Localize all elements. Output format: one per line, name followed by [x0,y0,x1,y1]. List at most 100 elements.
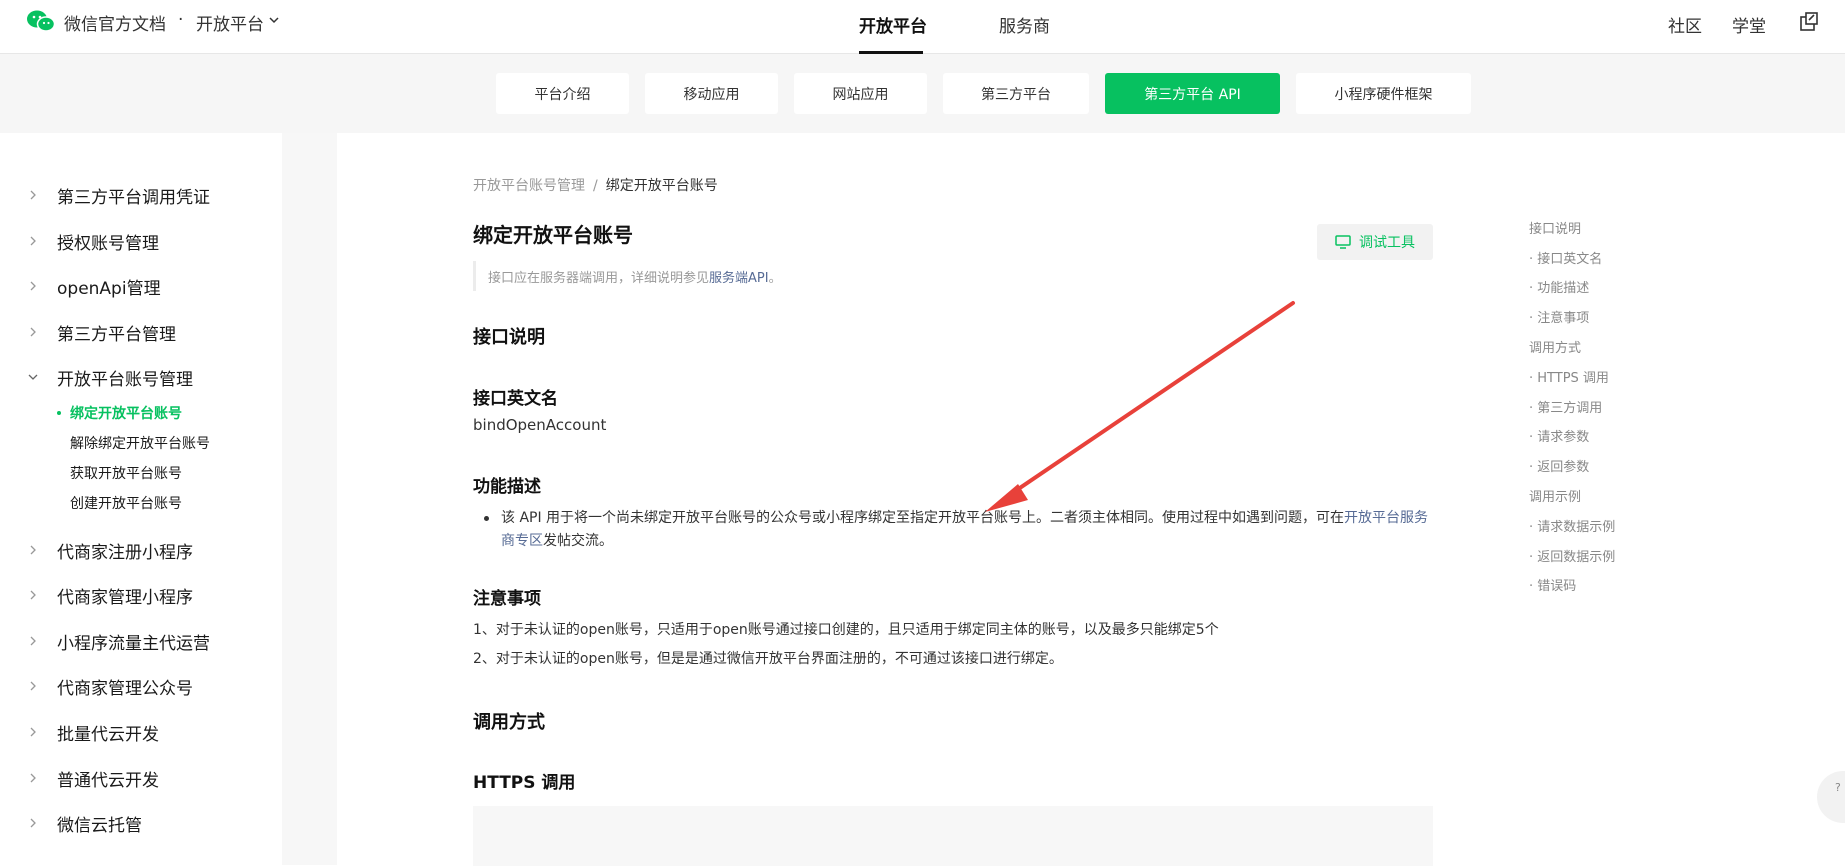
sidebar-item-label: 批量代云开发 [57,724,159,745]
toc-item[interactable]: · 返回数据示例 [1529,546,1615,565]
sidebar-item-label: 开放平台账号管理 [57,369,193,390]
sidebar-item-label: 代商家注册小程序 [57,542,193,563]
server-side-note: 接口应在服务器端调用，详细说明参见 服务端API。 [473,261,782,291]
toc-item[interactable]: · 错误码 [1529,575,1576,594]
tab-third-party-api[interactable]: 第三方平台 API [1105,73,1280,114]
note-suffix: 。 [768,270,782,286]
sidebar-subitem-create[interactable]: 创建开放平台账号 [70,493,182,513]
english-name-value: bindOpenAccount [473,416,607,434]
toc-item[interactable]: 调用示例 [1529,486,1581,505]
chevron-right-icon [30,545,36,555]
top-header: 微信官方文档 · 开放平台 开放平台 服务商 社区 学堂 [0,0,1845,54]
left-sidebar: 第三方平台调用凭证 授权账号管理 openApi管理 第三方平台管理 开放平台账… [0,133,337,865]
toc-item[interactable]: · HTTPS 调用 [1529,367,1609,386]
sidebar-item-label: 普通代云开发 [57,770,159,791]
chevron-right-icon [30,727,36,737]
tab-third-party-platform[interactable]: 第三方平台 [943,73,1089,114]
sidebar-item-label: openApi管理 [57,278,161,299]
function-description: 该 API 用于将一个尚未绑定开放平台账号的公众号或小程序绑定至指定开放平台账号… [501,507,1433,553]
chevron-right-icon [30,636,36,646]
toc-item[interactable]: · 返回参数 [1529,456,1589,475]
external-window-icon[interactable] [1798,11,1820,33]
school-link[interactable]: 学堂 [1732,12,1766,37]
note-line-2: 2、对于未认证的open账号，但是是通过微信开放平台界面注册的，不可通过该接口进… [473,651,1063,667]
sidebar-item-label: 第三方平台管理 [57,324,176,345]
monitor-icon [1335,235,1351,249]
sidebar-subitem-bind[interactable]: 绑定开放平台账号 [70,403,182,423]
section-call-method: 调用方式 [473,712,545,733]
sidebar-item-label: 微信云托管 [57,815,142,836]
sidebar-item-label: 小程序流量主代运营 [57,633,210,654]
topnav-open-platform[interactable]: 开放平台 [859,12,927,37]
bullet-dot [484,516,489,521]
toc-item[interactable]: 接口说明 [1529,218,1581,237]
chevron-right-icon [30,681,36,691]
sidebar-item-cloud-hosting[interactable]: 微信云托管 [27,810,142,836]
tab-website-app[interactable]: 网站应用 [794,73,927,114]
tab-platform-intro[interactable]: 平台介绍 [496,73,629,114]
sidebar-item-third-party-mgmt[interactable]: 第三方平台管理 [27,319,176,345]
toc-item[interactable]: · 接口英文名 [1529,248,1602,267]
breadcrumb-parent[interactable]: 开放平台账号管理 [473,178,585,194]
sidebar-item-open-account-mgmt[interactable]: 开放平台账号管理 [27,364,193,390]
active-dot [57,411,61,415]
code-block [473,806,1433,866]
sidebar-item-manage-miniprogram[interactable]: 代商家管理小程序 [27,582,193,608]
section-function: 功能描述 [473,477,541,497]
sidebar-item-openapi[interactable]: openApi管理 [27,273,161,299]
section-notes: 注意事项 [473,589,541,609]
debug-tool-button[interactable]: 调试工具 [1317,224,1433,260]
sidebar-item-credentials[interactable]: 第三方平台调用凭证 [27,182,210,208]
note-text: 接口应在服务器端调用，详细说明参见 [488,270,710,286]
toc-item[interactable]: 调用方式 [1529,337,1581,356]
platform-switcher[interactable]: 开放平台 [196,10,264,35]
chevron-down-icon [28,374,38,380]
toc-item[interactable]: · 注意事项 [1529,307,1589,326]
section-https-call: HTTPS 调用 [473,773,576,793]
sidebar-item-label: 代商家管理小程序 [57,587,193,608]
sidebar-item-label: 授权账号管理 [57,233,159,254]
sidebar-item-authorized-accounts[interactable]: 授权账号管理 [27,228,159,254]
debug-tool-label: 调试工具 [1359,235,1415,251]
chevron-right-icon [30,818,36,828]
toc-item[interactable]: · 第三方调用 [1529,397,1602,416]
server-api-link[interactable]: 服务端API [709,267,769,286]
sidebar-item-normal-cloud-dev[interactable]: 普通代云开发 [27,765,159,791]
page-title: 绑定开放平台账号 [473,223,633,247]
sub-navigation: 平台介绍 移动应用 网站应用 第三方平台 第三方平台 API 小程序硬件框架 [0,54,1845,133]
function-text: 该 API 用于将一个尚未绑定开放平台账号的公众号或小程序绑定至指定开放平台账号… [501,510,1345,526]
chevron-right-icon [30,773,36,783]
note-line-1: 1、对于未认证的open账号，只适用于open账号通过接口创建的，且只适用于绑定… [473,622,1219,638]
toc-item[interactable]: · 请求数据示例 [1529,516,1615,535]
section-interface: 接口说明 [473,327,545,348]
chevron-right-icon [30,190,36,200]
topnav-service-provider[interactable]: 服务商 [999,12,1050,37]
breadcrumb-separator: / [593,178,598,194]
chevron-down-icon[interactable] [268,14,280,26]
sidebar-item-label: 代商家管理公众号 [57,678,193,699]
sidebar-item-traffic-ops[interactable]: 小程序流量主代运营 [27,628,210,654]
sidebar-item-register-miniprogram[interactable]: 代商家注册小程序 [27,537,193,563]
chevron-right-icon [30,590,36,600]
toc-item[interactable]: · 请求参数 [1529,426,1589,445]
function-suffix: 发帖交流。 [543,533,613,549]
toc-item[interactable]: · 功能描述 [1529,277,1589,296]
community-link[interactable]: 社区 [1668,12,1702,37]
breadcrumb-current: 绑定开放平台账号 [605,178,718,194]
chevron-right-icon [30,236,36,246]
sidebar-item-manage-official-account[interactable]: 代商家管理公众号 [27,673,193,699]
sidebar-item-label: 第三方平台调用凭证 [57,187,210,208]
sidebar-item-batch-cloud-dev[interactable]: 批量代云开发 [27,719,159,745]
breadcrumb: 开放平台账号管理 / 绑定开放平台账号 [473,175,718,195]
chevron-right-icon [30,327,36,337]
sidebar-subitem-get[interactable]: 获取开放平台账号 [70,463,182,483]
sidebar-subitem-unbind[interactable]: 解除绑定开放平台账号 [70,433,210,453]
tab-hardware-framework[interactable]: 小程序硬件框架 [1296,73,1471,114]
brand-separator: · [178,10,184,30]
wechat-logo-icon[interactable] [26,9,56,33]
tab-mobile-app[interactable]: 移动应用 [645,73,778,114]
help-icon: ? [1835,781,1841,794]
section-english-name: 接口英文名 [473,389,558,409]
feedback-float-button[interactable]: ? [1817,771,1845,823]
brand-name[interactable]: 微信官方文档 [64,10,166,35]
